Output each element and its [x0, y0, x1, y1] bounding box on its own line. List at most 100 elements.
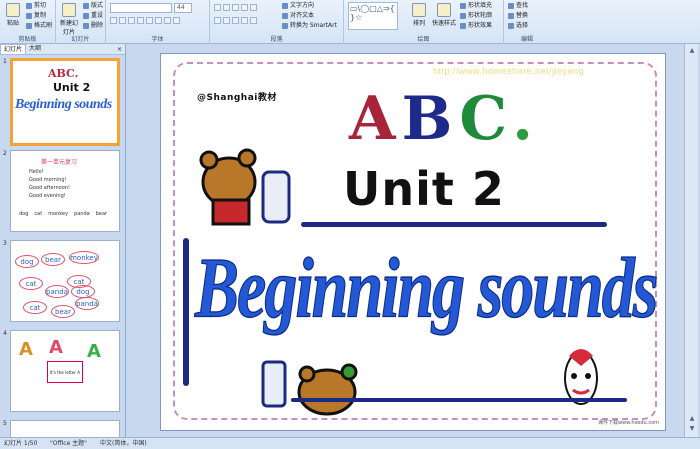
next-slide-icon[interactable]: ▼: [687, 424, 697, 434]
find-button[interactable]: 查找: [508, 2, 528, 10]
spacing-button[interactable]: [155, 17, 162, 24]
word-oval: bear: [41, 253, 65, 266]
shadow-button[interactable]: [146, 17, 153, 24]
layout-button[interactable]: 版式: [83, 2, 103, 10]
language-indicator[interactable]: 中文(简体，中国): [100, 438, 147, 449]
scroll-up-icon[interactable]: ▲: [687, 46, 697, 56]
pane-tabs: 幻灯片 大纲 ×: [0, 44, 125, 55]
slide-count: 幻灯片 1/50: [4, 440, 38, 447]
thumb-title: 第一单元复习: [41, 159, 78, 166]
paste-button[interactable]: 粘贴: [2, 3, 24, 29]
align-text-button[interactable]: 对齐文本: [282, 12, 314, 20]
bold-button[interactable]: [110, 17, 117, 24]
brush-icon: [26, 23, 32, 29]
letter-a: A: [349, 84, 402, 154]
close-pane-icon[interactable]: ×: [117, 46, 122, 53]
slide-number: 3: [3, 240, 7, 247]
thumb-line: Good evening!: [29, 193, 66, 199]
word-oval: dog: [15, 255, 39, 268]
thumb-word: bear: [95, 211, 108, 217]
font-size-field[interactable]: 44: [174, 3, 192, 13]
slide-canvas[interactable]: http://www.homeshare.net/jieyang @Shangh…: [160, 53, 666, 431]
quick-styles-button[interactable]: 快速样式: [432, 3, 456, 29]
thumb-letter: A: [49, 337, 63, 358]
new-slide-button[interactable]: 新建幻灯片: [58, 3, 80, 36]
decrease-indent-button[interactable]: [232, 4, 239, 11]
justify-button[interactable]: [241, 17, 248, 24]
replace-icon: [508, 13, 514, 19]
font-color-button[interactable]: [173, 17, 180, 24]
replace-button[interactable]: 替换: [508, 12, 528, 20]
slide-number: 1: [3, 58, 7, 65]
shapes-gallery[interactable]: ▭\◯□△⇒{ }☆: [348, 2, 398, 30]
select-icon: [508, 23, 514, 29]
font-group: 44 字体: [106, 0, 210, 44]
brand-text: @Shanghai教材: [197, 93, 277, 103]
line-spacing-button[interactable]: [250, 4, 257, 11]
letter-dot: .: [512, 84, 539, 154]
thumb-line: Good afternoon!: [29, 185, 70, 191]
letter-c: C: [459, 84, 513, 154]
align-center-button[interactable]: [223, 17, 230, 24]
shape-effects-button[interactable]: 形状效果: [460, 22, 492, 30]
font-label: 字体: [151, 36, 164, 43]
slide-number: 5: [3, 420, 7, 427]
paste-icon: [6, 3, 20, 17]
arrange-button[interactable]: 排列: [408, 3, 430, 29]
increase-indent-button[interactable]: [241, 4, 248, 11]
columns-button[interactable]: [250, 17, 257, 24]
thumb-line: Hello!: [29, 169, 44, 175]
paragraph-toolbar-top: [214, 4, 257, 11]
strikethrough-button[interactable]: [137, 17, 144, 24]
align-left-button[interactable]: [214, 17, 221, 24]
thumb-letter: A: [87, 341, 101, 362]
thumb-words: dog cat monkey panda bear: [19, 211, 107, 217]
smartart-button[interactable]: 转换为 SmartArt: [282, 22, 337, 30]
thumbnail-frame: dog bear monkey cat panda cat dog cat be…: [10, 240, 120, 322]
tab-outline[interactable]: 大纲: [26, 44, 44, 54]
text-direction-button[interactable]: 文字方向: [282, 2, 314, 10]
footer-watermark: 课件下载www.hxedu.com: [597, 420, 659, 426]
format-painter-button[interactable]: 格式刷: [26, 22, 52, 30]
outline-icon: [460, 13, 466, 19]
italic-button[interactable]: [119, 17, 126, 24]
font-name-field[interactable]: [110, 3, 172, 13]
status-bar: 幻灯片 1/50 "Office 主题" 中文(简体，中国): [0, 437, 700, 449]
align-text-icon: [282, 13, 288, 19]
clipboard-group: 粘贴 剪切 复制 格式刷 剪贴板: [0, 0, 56, 44]
binoculars-icon: [508, 3, 514, 9]
thumb-word: panda: [74, 211, 90, 217]
bullets-button[interactable]: [214, 4, 221, 11]
case-button[interactable]: [164, 17, 171, 24]
thumb-unit: Unit 2: [53, 81, 91, 94]
delete-button[interactable]: 删除: [83, 22, 103, 30]
prev-slide-icon[interactable]: ▲: [687, 414, 697, 424]
align-right-button[interactable]: [232, 17, 239, 24]
paragraph-toolbar-bottom: [214, 17, 257, 24]
copy-button[interactable]: 复制: [26, 12, 46, 20]
select-button[interactable]: 选择: [508, 22, 528, 30]
underline-button[interactable]: [128, 17, 135, 24]
scissors-icon: [26, 3, 32, 9]
reset-button[interactable]: 重设: [83, 12, 103, 20]
shape-fill-button[interactable]: 形状填充: [460, 2, 492, 10]
thumb-word: dog: [19, 211, 29, 217]
shape-outline-button[interactable]: 形状轮廓: [460, 12, 492, 20]
cut-button[interactable]: 剪切: [26, 2, 46, 10]
tab-slides[interactable]: 幻灯片: [0, 44, 27, 54]
vertical-scrollbar[interactable]: ▲ ▲ ▼: [684, 44, 698, 437]
slide-number: 4: [3, 330, 7, 337]
drawing-group: ▭\◯□△⇒{ }☆ 排列 快速样式 形状填充 形状轮廓 形状效果 绘图: [344, 0, 504, 44]
word-oval: cat: [19, 277, 43, 290]
slide-subtitle: Beginning sounds: [194, 241, 658, 337]
watermark-url: http://www.homeshare.net/jieyang: [433, 66, 585, 76]
divider-line-left: [183, 238, 189, 386]
delete-icon: [83, 23, 89, 29]
copy-icon: [26, 13, 32, 19]
word-oval: monkey: [69, 251, 99, 264]
numbering-button[interactable]: [223, 4, 230, 11]
slides-pane: 幻灯片 大纲 × 1 ABC. Unit 2 Beginning sounds …: [0, 44, 126, 437]
thumb-letter: A: [19, 339, 33, 360]
effects-icon: [460, 23, 466, 29]
new-slide-icon: [62, 3, 76, 17]
